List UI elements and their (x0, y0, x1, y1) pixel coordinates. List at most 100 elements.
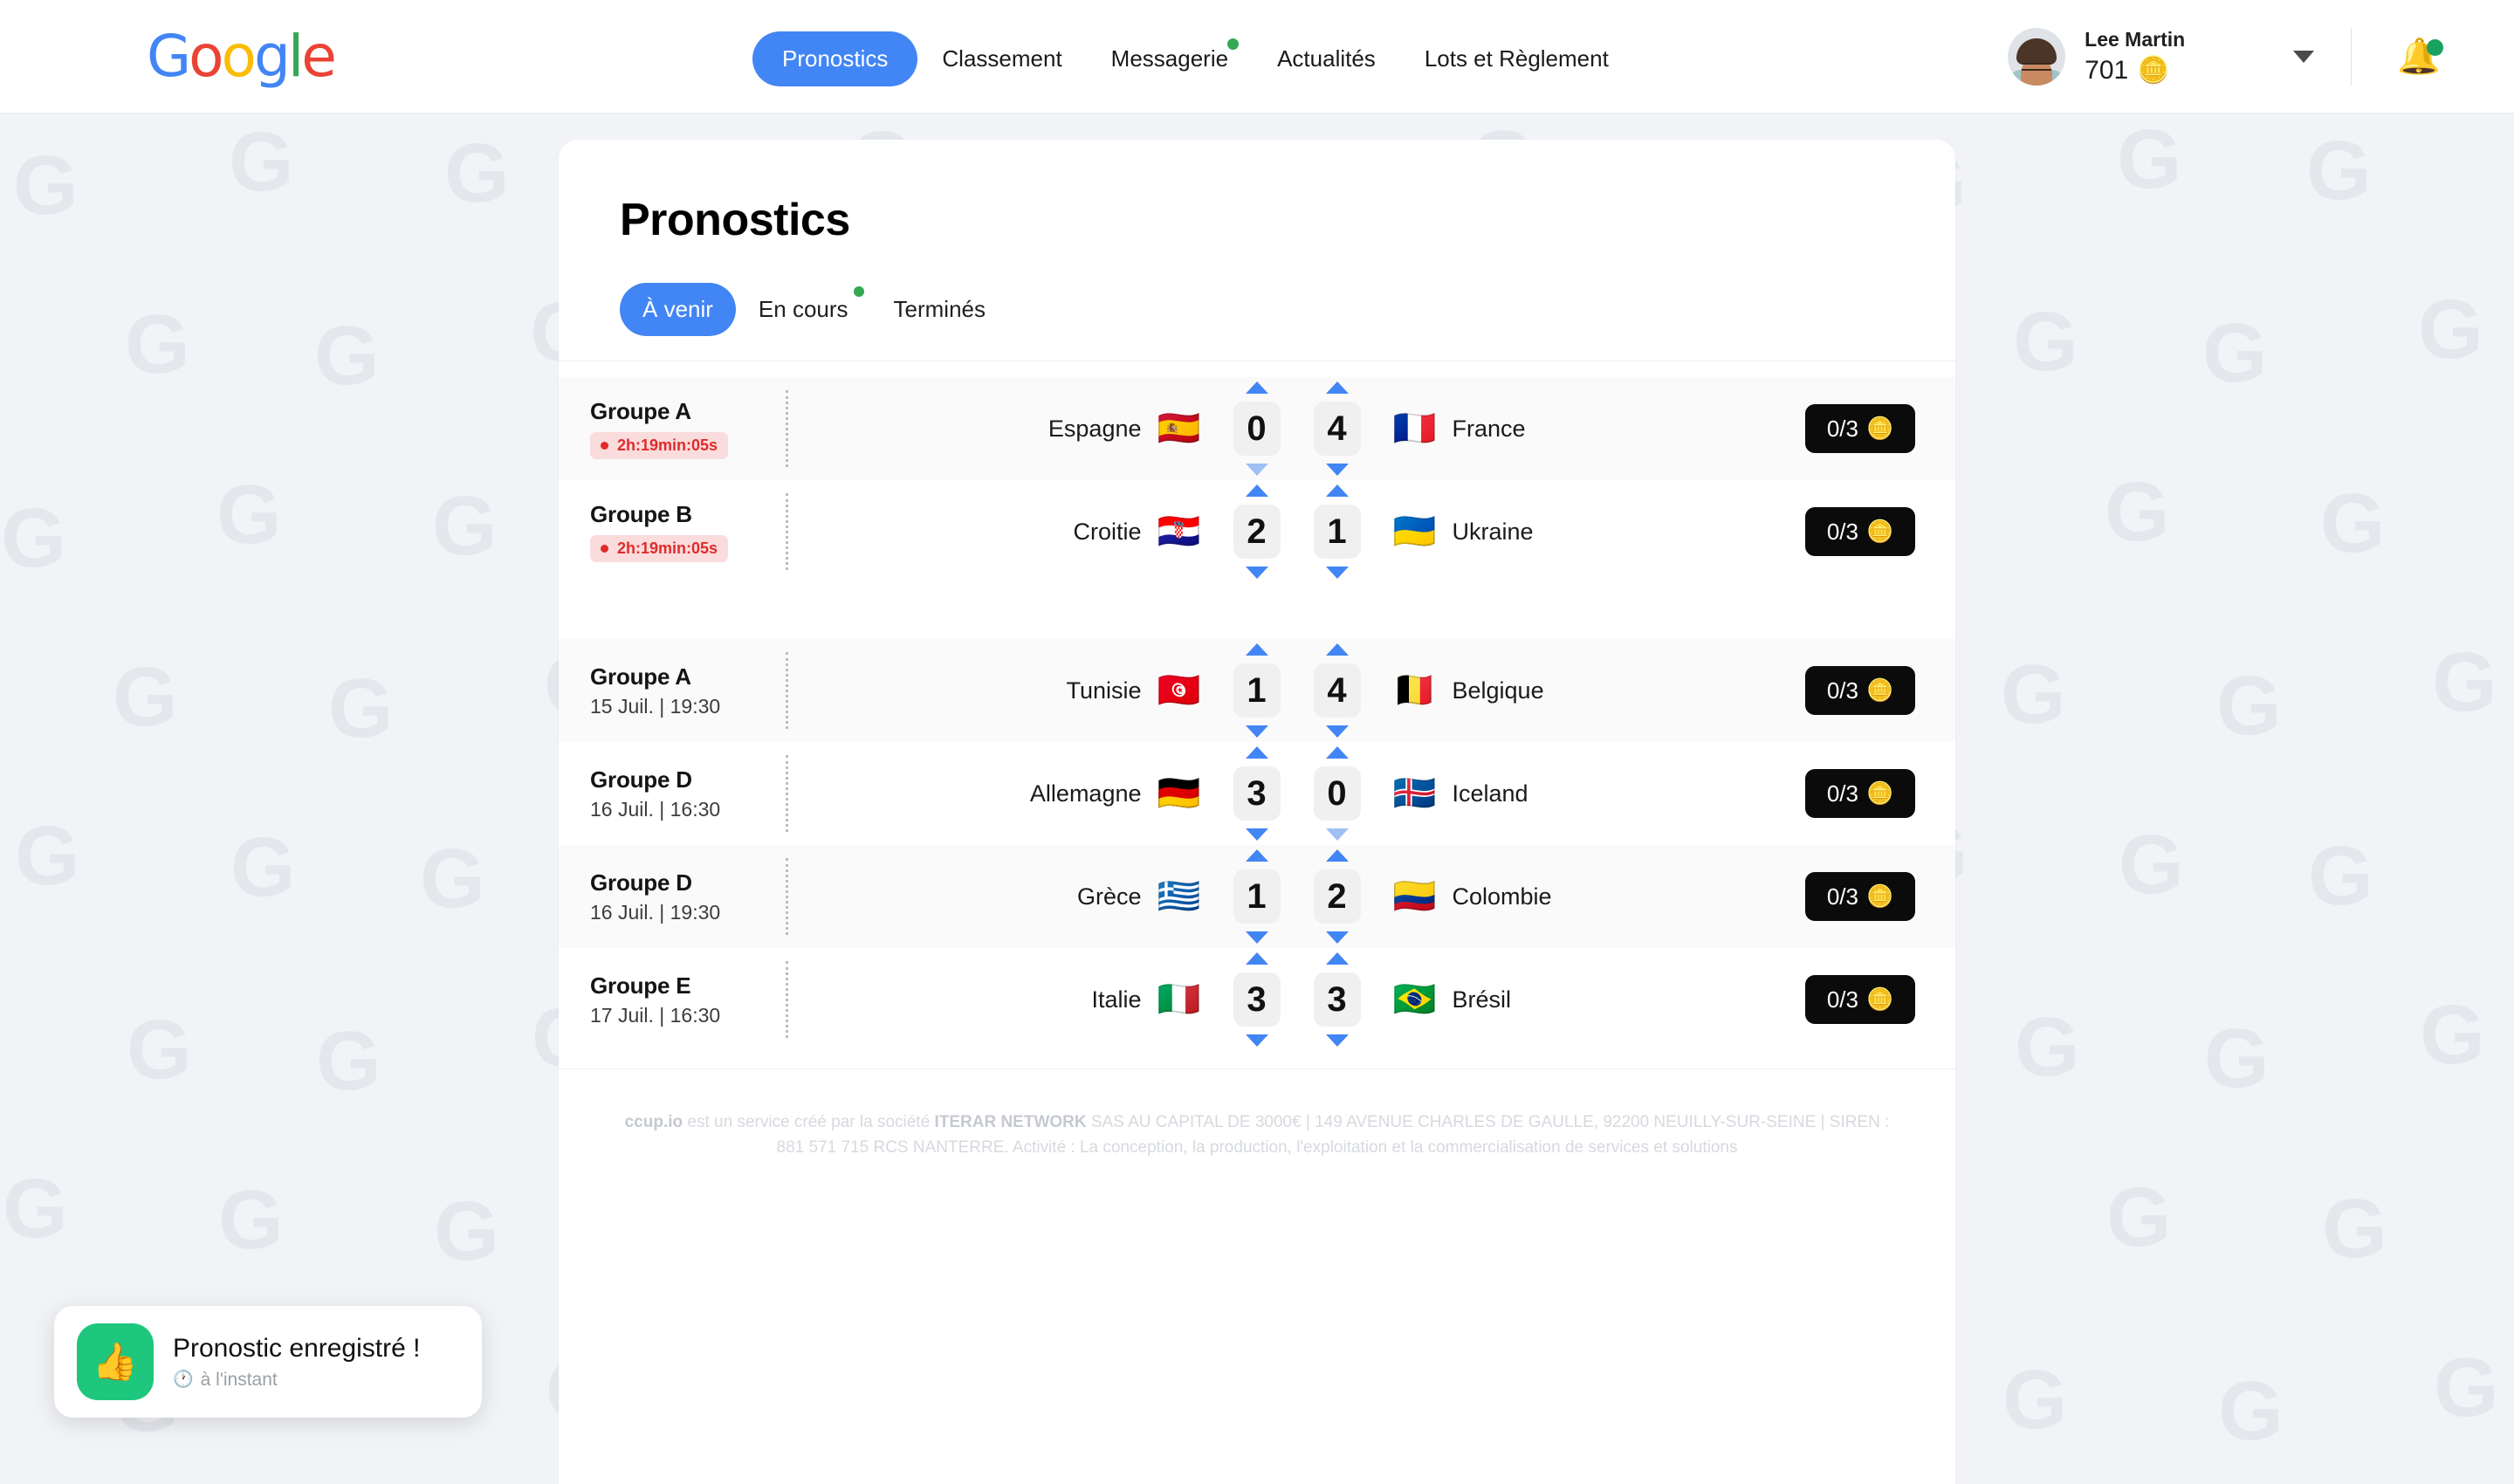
watermark-letter-icon: G (420, 832, 485, 925)
nav-item-pronostics[interactable]: Pronostics (752, 31, 918, 86)
points-value: 0/3 (1826, 780, 1858, 807)
away-score-stepper: 0 (1304, 746, 1370, 841)
increment-arrow-up-icon[interactable] (1245, 746, 1268, 759)
increment-arrow-up-icon[interactable] (1245, 849, 1268, 862)
decrement-arrow-down-icon[interactable] (1325, 931, 1349, 944)
away-score-value[interactable]: 4 (1313, 663, 1361, 718)
watermark-letter-icon: G (2002, 1353, 2068, 1446)
chevron-down-icon[interactable] (2293, 51, 2315, 63)
points-badge[interactable]: 0/3 🪙 (1805, 666, 1915, 715)
nav-label: Messagerie (1110, 45, 1229, 72)
tab-a-venir[interactable]: À venir (620, 283, 736, 336)
away-score-stepper: 4 (1304, 381, 1370, 476)
watermark-letter-icon: G (2432, 636, 2497, 729)
points-badge[interactable]: 0/3 🪙 (1805, 507, 1915, 556)
tab-label: En cours (758, 296, 848, 322)
status-tabs: À venir En cours Terminés (620, 283, 1894, 336)
google-logo[interactable]: Google (147, 28, 337, 86)
toast-notification[interactable]: 👍 Pronostic enregistré ! 🕐 à l'instant (54, 1306, 482, 1418)
increment-arrow-up-icon[interactable] (1325, 952, 1349, 965)
decrement-arrow-down-icon[interactable] (1325, 1034, 1349, 1047)
header-divider (2351, 28, 2353, 86)
watermark-letter-icon: G (2119, 818, 2184, 911)
watermark-letter-icon: G (2420, 988, 2485, 1082)
points-badge[interactable]: 0/3 🪙 (1805, 404, 1915, 453)
home-score-value[interactable]: 0 (1233, 402, 1281, 456)
decrement-arrow-down-icon[interactable] (1245, 931, 1268, 944)
avatar-glasses (2022, 63, 2052, 71)
increment-arrow-up-icon[interactable] (1325, 381, 1349, 394)
unread-indicator-dot-icon (1227, 38, 1240, 50)
coins-icon: 🪙 (2137, 55, 2170, 85)
watermark-letter-icon: G (2306, 124, 2372, 217)
increment-arrow-up-icon[interactable] (1325, 849, 1349, 862)
away-team-name: Ukraine (1452, 518, 1534, 545)
thumbs-up-icon: 👍 (77, 1323, 154, 1400)
increment-arrow-up-icon[interactable] (1245, 952, 1268, 965)
points-badge[interactable]: 0/3 🪙 (1805, 975, 1915, 1024)
home-score-stepper: 1 (1224, 643, 1290, 738)
decrement-arrow-down-icon[interactable] (1325, 725, 1349, 738)
decrement-arrow-down-icon[interactable] (1245, 828, 1268, 841)
live-dot-icon (601, 545, 608, 553)
match-row: Groupe A 2h:19min:05s Espagne 🇪🇸 0 4 🇫🇷 France 0… (559, 377, 1955, 480)
watermark-letter-icon: G (2013, 295, 2078, 388)
home-score-value[interactable]: 1 (1233, 663, 1281, 718)
points-badge[interactable]: 0/3 🪙 (1805, 769, 1915, 818)
footer-text-1: est un service créé par la société (683, 1113, 935, 1131)
away-score-value[interactable]: 0 (1313, 766, 1361, 821)
match-datetime: 15 Juil. | 19:30 (590, 694, 721, 718)
increment-arrow-up-icon[interactable] (1325, 746, 1349, 759)
home-score-value[interactable]: 3 (1233, 766, 1281, 821)
decrement-arrow-down-icon[interactable] (1325, 464, 1349, 476)
logo-letter-g1: G (147, 23, 191, 90)
watermark-letter-icon: G (3, 1162, 68, 1255)
countdown-badge: 2h:19min:05s (590, 432, 729, 459)
tab-en-cours[interactable]: En cours (736, 283, 871, 336)
nav-item-classement[interactable]: Classement (917, 31, 1086, 86)
match-center: Tunisie 🇹🇳 1 4 🇧🇪 Belgique (788, 643, 1805, 738)
decrement-arrow-down-icon[interactable] (1245, 567, 1268, 579)
points-value: 0/3 (1826, 518, 1858, 545)
points-value: 0/3 (1826, 986, 1858, 1013)
decrement-arrow-down-icon[interactable] (1245, 1034, 1268, 1047)
increment-arrow-up-icon[interactable] (1245, 381, 1268, 394)
countdown-text: 2h:19min:05s (617, 436, 718, 454)
increment-arrow-up-icon[interactable] (1325, 643, 1349, 656)
away-score-value[interactable]: 2 (1313, 869, 1361, 924)
decrement-arrow-down-icon[interactable] (1245, 725, 1268, 738)
away-team-name: Iceland (1452, 780, 1528, 807)
home-score-value[interactable]: 2 (1233, 505, 1281, 559)
increment-arrow-up-icon[interactable] (1245, 484, 1268, 497)
points-badge[interactable]: 0/3 🪙 (1805, 872, 1915, 921)
watermark-letter-icon: G (2106, 1171, 2172, 1264)
home-score-value[interactable]: 3 (1233, 972, 1281, 1027)
home-score-value[interactable]: 1 (1233, 869, 1281, 924)
decrement-arrow-down-icon[interactable] (1245, 464, 1268, 476)
away-score-value[interactable]: 3 (1313, 972, 1361, 1027)
away-team-name: France (1452, 415, 1526, 442)
decrement-arrow-down-icon[interactable] (1325, 567, 1349, 579)
tab-termines[interactable]: Terminés (871, 283, 1008, 336)
decrement-arrow-down-icon[interactable] (1325, 828, 1349, 841)
group-name: Groupe D (590, 869, 692, 896)
nav-item-messagerie[interactable]: Messagerie (1087, 31, 1253, 86)
notification-dot-icon (2427, 39, 2443, 56)
watermark-letter-icon: G (2105, 465, 2170, 559)
watermark-letter-icon: G (218, 1173, 284, 1267)
avatar[interactable] (2008, 28, 2066, 86)
away-score-value[interactable]: 4 (1313, 402, 1361, 456)
increment-arrow-up-icon[interactable] (1325, 484, 1349, 497)
away-team-name: Brésil (1452, 986, 1512, 1013)
home-team-flag-icon: 🇪🇸 (1157, 409, 1201, 449)
notifications-button[interactable]: 🔔 (2397, 39, 2443, 74)
watermark-letter-icon: G (2216, 659, 2282, 752)
away-score-value[interactable]: 1 (1313, 505, 1361, 559)
nav-label: Classement (942, 45, 1062, 72)
points-value: 0/3 (1826, 883, 1858, 910)
away-team-flag-icon: 🇫🇷 (1392, 409, 1437, 449)
match-group-info: Groupe E 17 Juil. | 16:30 (590, 972, 779, 1027)
nav-item-actualites[interactable]: Actualités (1253, 31, 1400, 86)
increment-arrow-up-icon[interactable] (1245, 643, 1268, 656)
nav-item-lots-et-reglement[interactable]: Lots et Règlement (1400, 31, 1633, 86)
